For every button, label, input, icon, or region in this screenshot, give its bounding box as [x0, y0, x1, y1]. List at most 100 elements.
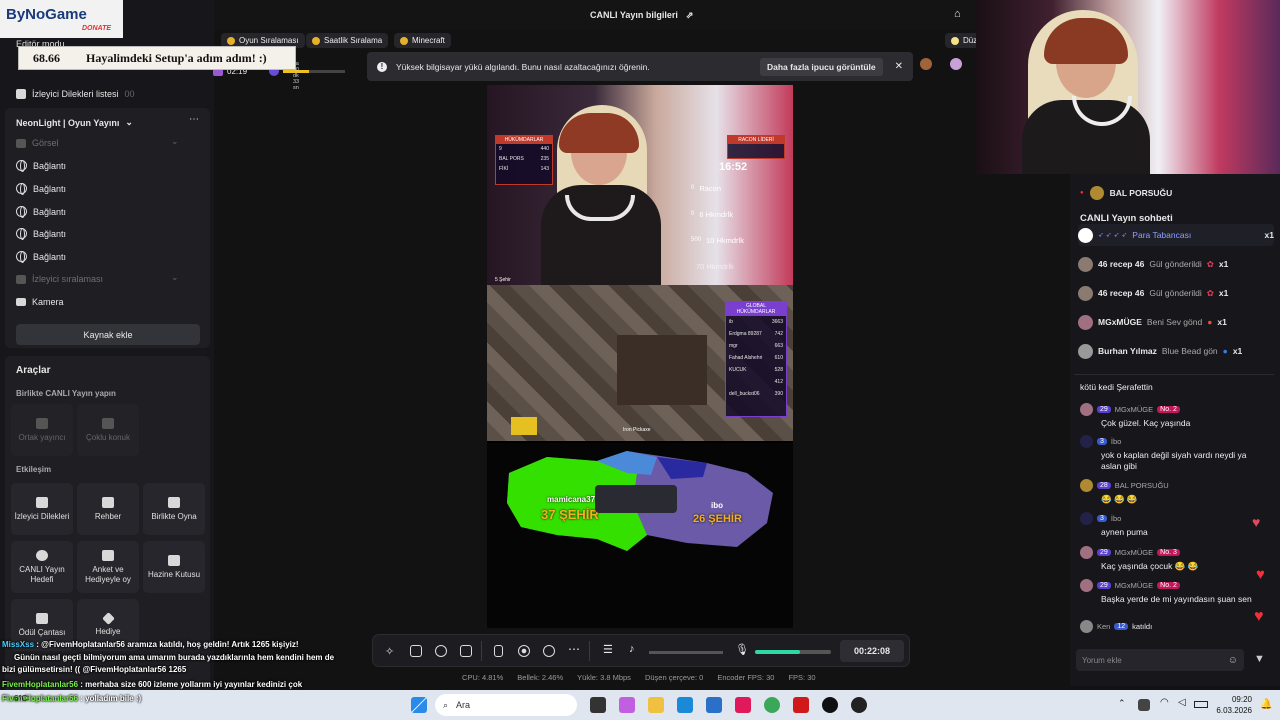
source-link-4[interactable]: Bağlantı	[16, 228, 66, 240]
taskbar-search[interactable]: ⌕ Ara	[435, 694, 577, 716]
store-icon[interactable]	[677, 697, 693, 713]
gift-goal-count: 0	[691, 211, 695, 217]
gift-row: MGxMÜGE Beni Sev gönd ● x1	[1078, 311, 1274, 333]
translate-icon[interactable]	[410, 645, 422, 657]
source-link-2[interactable]: Bağlantı	[16, 183, 67, 195]
more-icon[interactable]: ⋯	[189, 114, 199, 125]
source-link-3[interactable]: Bağlantı	[16, 206, 66, 218]
link-icon	[36, 417, 48, 429]
tool-tile-label: Rehber	[94, 511, 122, 521]
leaderboard-title: HÜKÜMDARLAR	[496, 136, 552, 144]
chevron-down-icon[interactable]: ⌄	[171, 136, 179, 147]
settings-sliders-icon[interactable]: ☰	[603, 643, 613, 656]
mic-volume-slider[interactable]	[755, 650, 831, 654]
magic-wand-icon[interactable]: ✧	[385, 645, 397, 658]
add-scene-icon[interactable]	[460, 645, 472, 657]
effects-icon[interactable]	[435, 645, 447, 657]
overlay-text: Günün nasıl geçti bilmiyorum ama umarım …	[14, 653, 335, 662]
level-badge: 29	[1097, 406, 1111, 413]
emoji-icon[interactable]: ☺	[1228, 655, 1238, 666]
gift-goal-row: 0 6 Hkmdrlk	[691, 201, 771, 227]
gift-icon	[101, 612, 115, 625]
live-info-title[interactable]: CANLI Yayın bilgileri ⇗	[590, 10, 693, 21]
chevron-up-icon[interactable]: ⌃	[1118, 698, 1126, 709]
avatar[interactable]	[920, 58, 932, 70]
clock-time: 09:20	[1231, 695, 1252, 704]
battery-icon[interactable]	[1194, 701, 1208, 708]
source-visual[interactable]: Görsel	[16, 138, 59, 148]
wifi-icon[interactable]: ◠	[1160, 697, 1169, 708]
gift-goal-count: 0	[691, 185, 695, 191]
performance-stats: CPU: 4.81% Bellek: 2.46% Yükle: 3.8 Mbps…	[462, 673, 816, 682]
leaderboard-row: 9 440	[496, 144, 552, 154]
source-link-label: Bağlantı	[33, 251, 67, 262]
volume-icon[interactable]: ◁	[1178, 697, 1186, 708]
portrait-icon[interactable]	[494, 645, 503, 657]
multi-guest-tile[interactable]: Çoklu konuk	[77, 404, 139, 456]
microphone-icon[interactable]: 🎙	[735, 643, 749, 656]
donation-banner: 68.66 Hayalimdeki Setup'a adım adım! :)	[18, 46, 296, 70]
co-host-tile[interactable]: Ortak yayıncı	[11, 404, 73, 456]
filter-icon[interactable]: ▼	[1254, 653, 1265, 665]
file-explorer-icon[interactable]	[648, 697, 664, 713]
home-icon[interactable]: ⌂	[954, 8, 961, 20]
gift-animation-icon: ➶ ➶ ➶ ➶	[1098, 232, 1128, 239]
tool-tile-treasure[interactable]: Hazine Kutusu	[143, 541, 205, 593]
tiktok-studio-icon[interactable]	[735, 697, 751, 713]
tiktok-icon[interactable]	[822, 697, 838, 713]
notification-bell-icon[interactable]: 🔔	[1260, 699, 1272, 710]
comment-input[interactable]: Yorum ekle ☺	[1076, 649, 1244, 671]
heart-icon: ♥	[1256, 566, 1265, 583]
rank-icon: ●	[1080, 190, 1084, 196]
list-icon	[16, 89, 26, 99]
task-view-icon[interactable]	[590, 697, 606, 713]
speaker-icon[interactable]: ♪	[629, 643, 635, 655]
weather[interactable]: 6°C	[14, 694, 27, 703]
poll-icon	[102, 550, 114, 562]
pill-right[interactable]: Düz	[945, 33, 980, 48]
coin-icon	[312, 36, 320, 45]
l-app-icon[interactable]	[793, 697, 809, 713]
source-viewer-ranking[interactable]: İzleyici sıralaması	[16, 274, 103, 284]
tool-tile-play-together[interactable]: Birlikte Oyna	[143, 483, 205, 535]
clock[interactable]: 09:20 6.03.2026	[1214, 694, 1252, 716]
tool-tile-poll[interactable]: Anket ve Hediyeyle oy	[77, 541, 139, 593]
tool-tile-guide[interactable]: Rehber	[77, 483, 139, 535]
source-link-1[interactable]: Bağlantı	[16, 160, 66, 172]
gift-goals: 0 Racon 0 6 Hkmdrlk 500 10 Hkmdrlk 70 Hkmdr…	[691, 175, 771, 279]
add-source-button[interactable]: Kaynak ekle	[16, 324, 200, 345]
source-camera-label: Kamera	[32, 297, 64, 307]
chevron-down-icon[interactable]: ⌄	[171, 272, 179, 283]
leaderboard-name: 9	[499, 146, 502, 152]
chat-message: 29 MGxMÜGE No. 3 Kaç yaşında çocuk 😂 😂	[1080, 546, 1265, 572]
close-icon[interactable]: ✕	[895, 61, 903, 72]
pill-minecraft[interactable]: Minecraft	[394, 33, 451, 48]
obs-icon[interactable]	[851, 697, 867, 713]
source-camera[interactable]: Kamera	[16, 297, 64, 307]
scene-selector[interactable]: NeonLight | Oyun Yayını ⌄	[16, 117, 133, 128]
more-tips-button[interactable]: Daha fazla ipucu görüntüle	[759, 57, 883, 76]
message-user: Ken	[1097, 622, 1111, 631]
source-link-label: Bağlantı	[33, 183, 67, 194]
level-badge: 28	[1097, 482, 1111, 489]
source-link-5[interactable]: Bağlantı	[16, 251, 67, 263]
viewer-wishlist-row[interactable]: İzleyici Dilekleri listesi 00	[16, 89, 135, 99]
divider	[589, 641, 590, 661]
mail-icon[interactable]	[706, 697, 722, 713]
more-icon[interactable]: ⋯	[568, 642, 580, 656]
level-badge: 3	[1097, 515, 1107, 522]
message-user: İbo	[1110, 437, 1122, 446]
windows-start-icon[interactable]	[411, 697, 427, 713]
copilot-icon[interactable]	[619, 697, 635, 713]
tray-app-icon[interactable]	[1138, 699, 1150, 711]
tool-tile-live-goal[interactable]: CANLI Yayın Hedefi	[11, 541, 73, 593]
avatar	[1080, 403, 1093, 416]
tool-tile-wishlist[interactable]: İzleyici Dilekleri	[11, 483, 73, 535]
chrome-icon[interactable]	[764, 697, 780, 713]
pill-hourly-ranking[interactable]: Saatlik Sıralama	[306, 33, 389, 48]
speaker-volume-slider[interactable]	[649, 651, 723, 654]
game-torch	[511, 417, 537, 435]
camera-switch-icon[interactable]	[543, 645, 555, 657]
avatar[interactable]	[950, 58, 962, 70]
record-icon[interactable]	[518, 645, 530, 657]
